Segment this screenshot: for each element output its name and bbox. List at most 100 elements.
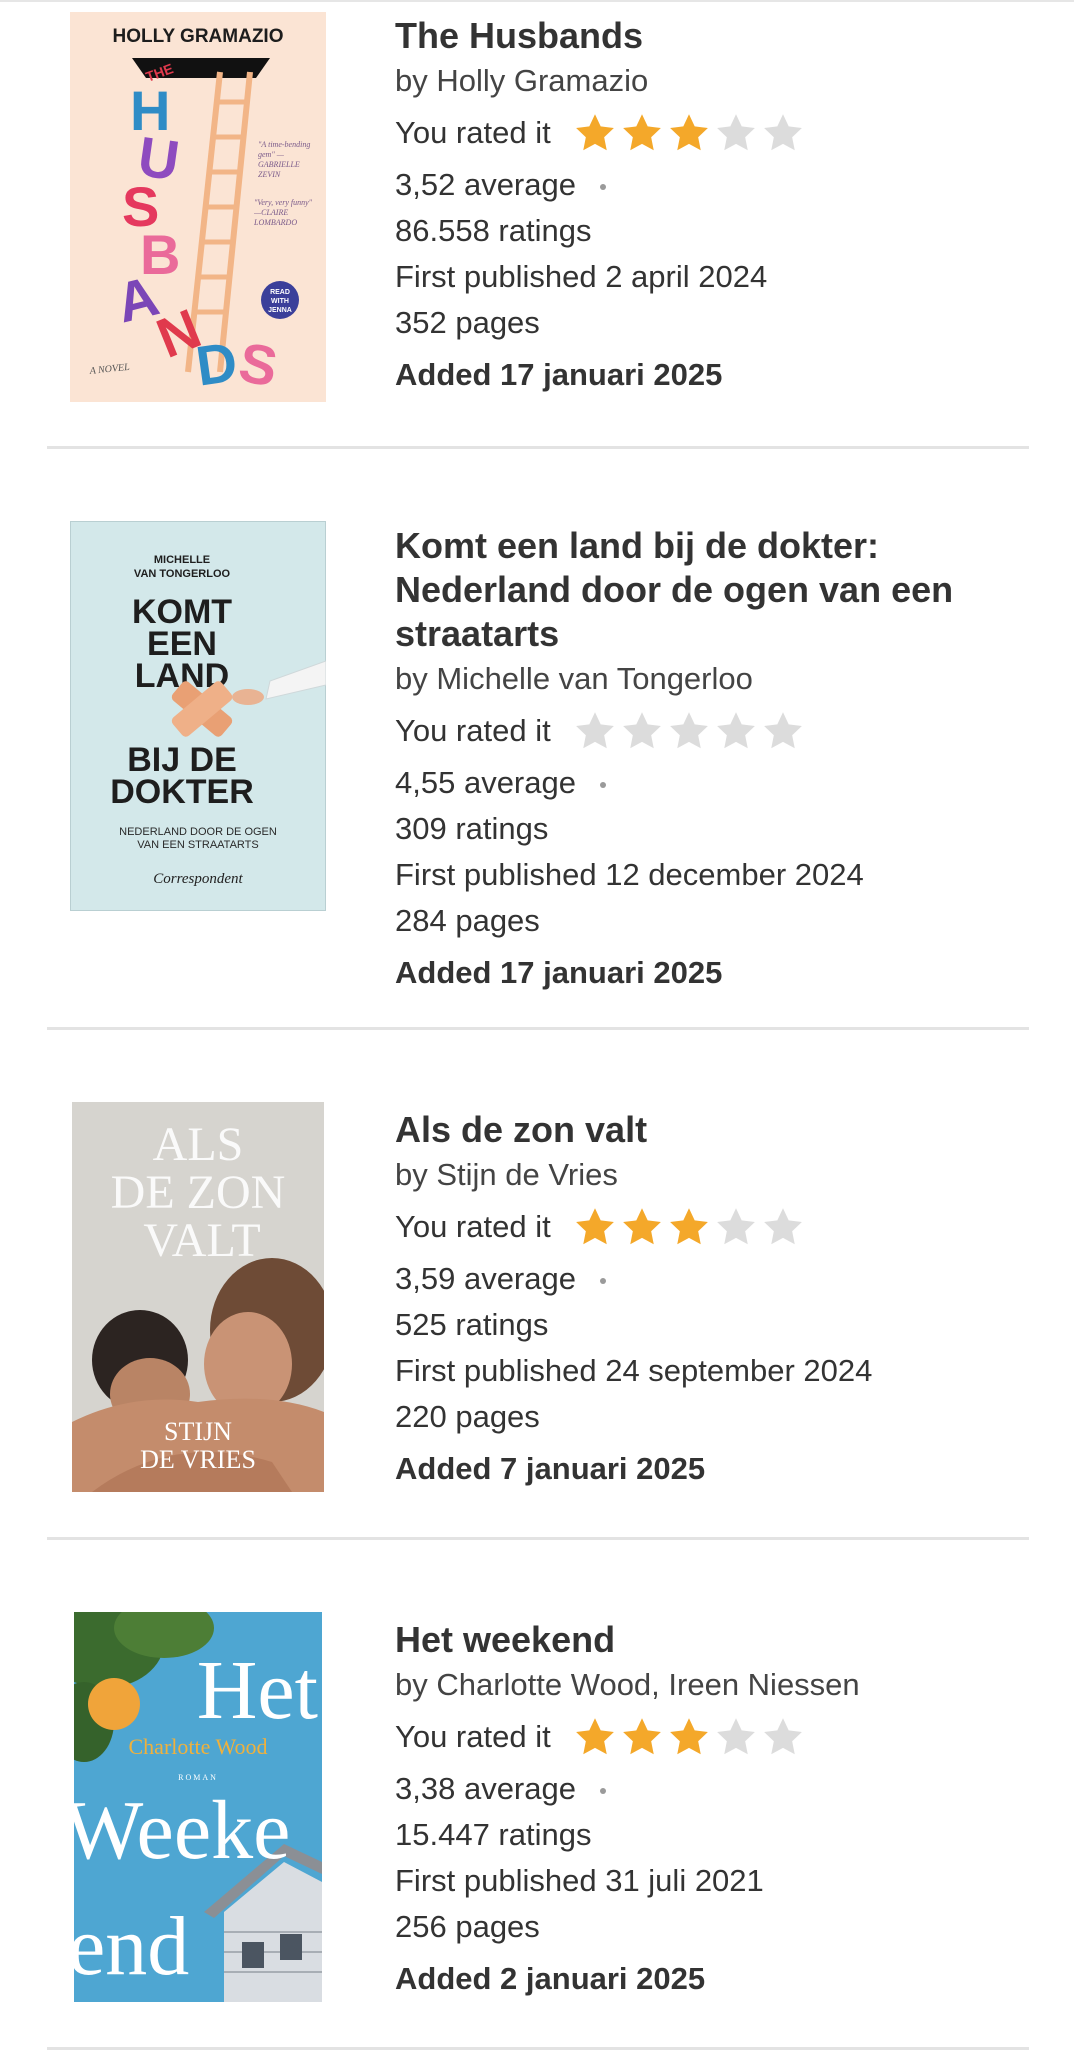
user-rating-row: You rated it (395, 1198, 1035, 1256)
average-rating-row: 4,55 average (395, 760, 1035, 806)
star-empty-icon[interactable] (714, 111, 758, 155)
rated-label: You rated it (395, 1719, 551, 1754)
star-empty-icon[interactable] (761, 111, 805, 155)
book-author[interactable]: by Charlotte Wood, Ireen Niessen (395, 1662, 1035, 1708)
ratings-count: 525 ratings (395, 1307, 549, 1342)
star-filled-icon[interactable] (667, 111, 711, 155)
rated-label: You rated it (395, 713, 551, 748)
book-cover[interactable]: MICHELLE VAN TONGERLOO KOMT EEN LAND BIJ… (70, 521, 326, 911)
star-empty-icon[interactable] (714, 709, 758, 753)
first-published: First published 2 april 2024 (395, 259, 768, 294)
svg-text:DE VRIES: DE VRIES (140, 1445, 256, 1474)
ratings-count: 309 ratings (395, 811, 549, 846)
average-rating-row: 3,59 average (395, 1256, 1035, 1302)
top-divider (0, 0, 1074, 2)
separator-dot (599, 1278, 606, 1284)
star-empty-icon[interactable] (714, 1205, 758, 1249)
separator-dot (599, 1788, 606, 1794)
svg-text:Het: Het (197, 1644, 318, 1737)
book-info: The Husbands by Holly Gramazio You rated… (395, 14, 1035, 398)
divider (47, 2047, 1029, 2050)
book-cover[interactable]: Het Charlotte Wood ROMAN Weeke end (74, 1612, 322, 2002)
divider (47, 1027, 1029, 1030)
first-published: First published 31 juli 2021 (395, 1863, 764, 1898)
first-published: First published 24 september 2024 (395, 1353, 873, 1388)
cover-art-husbands: HOLLY GRAMAZIO THE H U S B A N D S "A ti… (70, 12, 326, 402)
rated-label: You rated it (395, 115, 551, 150)
svg-text:end: end (74, 1900, 189, 1993)
page-count: 352 pages (395, 305, 540, 340)
cover-art-als-de-zon-valt: ALS DE ZON VALT STIJN DE VRIES (72, 1102, 324, 1492)
average-rating: 4,55 average (395, 765, 576, 800)
book-cover[interactable]: ALS DE ZON VALT STIJN DE VRIES (72, 1102, 324, 1492)
date-added: Added 2 januari 2025 (395, 1961, 706, 1996)
separator-dot (599, 782, 606, 788)
book-info: Het weekend by Charlotte Wood, Ireen Nie… (395, 1618, 1035, 2002)
star-empty-icon[interactable] (714, 1715, 758, 1759)
star-empty-icon[interactable] (573, 709, 617, 753)
svg-text:STIJN: STIJN (164, 1417, 232, 1446)
star-filled-icon[interactable] (620, 1715, 664, 1759)
svg-text:MICHELLE: MICHELLE (154, 554, 210, 566)
star-filled-icon[interactable] (573, 1715, 617, 1759)
page-count: 220 pages (395, 1399, 540, 1434)
star-empty-icon[interactable] (761, 709, 805, 753)
separator-dot (599, 184, 606, 190)
ratings-count: 86.558 ratings (395, 213, 592, 248)
svg-text:NEDERLAND DOOR DE OGEN: NEDERLAND DOOR DE OGEN (119, 826, 277, 838)
page-count: 284 pages (395, 903, 540, 938)
user-rating-row: You rated it (395, 702, 1035, 760)
book-title[interactable]: Komt een land bij de dokter: Nederland d… (395, 524, 1035, 656)
average-rating: 3,59 average (395, 1261, 576, 1296)
rated-label: You rated it (395, 1209, 551, 1244)
book-title[interactable]: Het weekend (395, 1618, 1035, 1662)
average-rating: 3,52 average (395, 167, 576, 202)
star-filled-icon[interactable] (667, 1715, 711, 1759)
first-published: First published 12 december 2024 (395, 857, 864, 892)
user-rating-row: You rated it (395, 1708, 1035, 1766)
book-cover[interactable]: HOLLY GRAMAZIO THE H U S B A N D S "A ti… (70, 12, 326, 402)
star-empty-icon[interactable] (761, 1205, 805, 1249)
date-added: Added 17 januari 2025 (395, 955, 723, 990)
star-filled-icon[interactable] (573, 1205, 617, 1249)
divider (47, 1537, 1029, 1540)
book-author[interactable]: by Stijn de Vries (395, 1152, 1035, 1198)
star-filled-icon[interactable] (620, 1205, 664, 1249)
star-filled-icon[interactable] (573, 111, 617, 155)
svg-text:Weeke: Weeke (74, 1784, 290, 1877)
rating-stars[interactable] (573, 1205, 805, 1249)
date-added: Added 17 januari 2025 (395, 357, 723, 392)
average-rating-row: 3,38 average (395, 1766, 1035, 1812)
book-author[interactable]: by Holly Gramazio (395, 58, 1035, 104)
svg-text:VAN TONGERLOO: VAN TONGERLOO (134, 568, 231, 580)
svg-text:DOKTER: DOKTER (110, 773, 254, 811)
svg-text:VAN EEN STRAATARTS: VAN EEN STRAATARTS (137, 839, 258, 851)
divider (47, 446, 1029, 449)
book-title[interactable]: The Husbands (395, 14, 1035, 58)
rating-stars[interactable] (573, 111, 805, 155)
rating-stars[interactable] (573, 1715, 805, 1759)
cover-art-het-weekend: Het Charlotte Wood ROMAN Weeke end (74, 1612, 322, 2002)
user-rating-row: You rated it (395, 104, 1035, 162)
star-empty-icon[interactable] (620, 709, 664, 753)
svg-text:Correspondent: Correspondent (153, 871, 243, 887)
svg-text:Charlotte Wood: Charlotte Wood (129, 1734, 268, 1759)
page-count: 256 pages (395, 1909, 540, 1944)
star-filled-icon[interactable] (620, 111, 664, 155)
book-info: Komt een land bij de dokter: Nederland d… (395, 524, 1035, 996)
cover-art-komt-een-land: MICHELLE VAN TONGERLOO KOMT EEN LAND BIJ… (70, 521, 326, 911)
ratings-count: 15.447 ratings (395, 1817, 592, 1852)
svg-text:VALT: VALT (143, 1214, 260, 1267)
date-added: Added 7 januari 2025 (395, 1451, 706, 1486)
book-title[interactable]: Als de zon valt (395, 1108, 1035, 1152)
book-info: Als de zon valt by Stijn de Vries You ra… (395, 1108, 1035, 1492)
rating-stars[interactable] (573, 709, 805, 753)
svg-text:ALS: ALS (153, 1118, 244, 1171)
star-empty-icon[interactable] (667, 709, 711, 753)
book-author[interactable]: by Michelle van Tongerloo (395, 656, 1035, 702)
average-rating-row: 3,52 average (395, 162, 1035, 208)
average-rating: 3,38 average (395, 1771, 576, 1806)
star-empty-icon[interactable] (761, 1715, 805, 1759)
star-filled-icon[interactable] (667, 1205, 711, 1249)
svg-text:DE ZON: DE ZON (111, 1166, 286, 1219)
